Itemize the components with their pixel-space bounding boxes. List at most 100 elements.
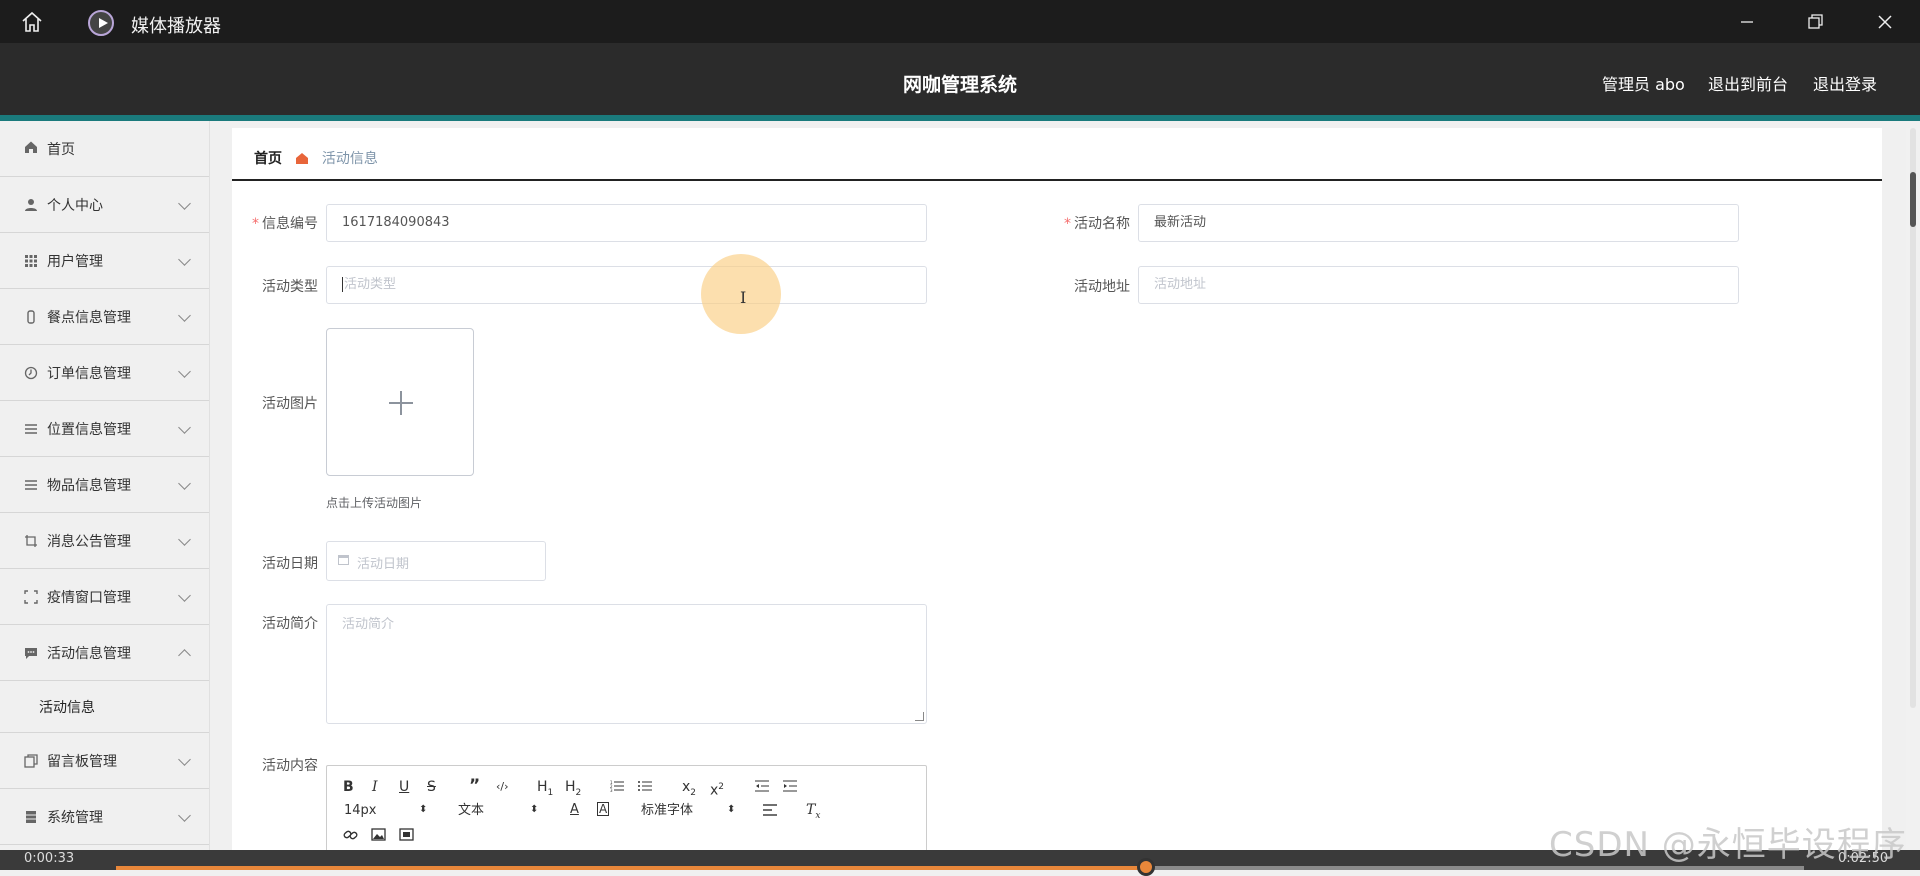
activity-type-label: 活动类型 <box>262 279 318 295</box>
image-icon[interactable] <box>371 828 386 841</box>
restore-icon[interactable] <box>1800 8 1830 36</box>
exit-to-front-link[interactable]: 退出到前台 <box>1708 71 1788 95</box>
resize-handle-icon[interactable] <box>915 712 924 721</box>
sidebar-item-personal[interactable]: 个人中心 <box>0 177 209 233</box>
activity-type-field[interactable]: 活动类型 <box>326 266 927 304</box>
player-logo-icon <box>88 10 114 36</box>
breadcrumb-divider <box>232 179 1882 181</box>
chevron-down-icon <box>178 808 191 822</box>
bullet-list-icon[interactable] <box>638 780 652 792</box>
sidebar-item-goods[interactable]: 物品信息管理 <box>0 457 209 513</box>
sidebar-item-label: 订单信息管理 <box>47 365 131 382</box>
info-id-label: * 信息编号 <box>252 216 318 232</box>
sidebar-item-label: 消息公告管理 <box>47 533 131 550</box>
sidebar-item-label: 首页 <box>47 142 75 158</box>
sidebar-item-locations[interactable]: 位置信息管理 <box>0 401 209 457</box>
rich-text-editor[interactable]: B I U S ” ‹/› H1 H2 123 x2 x2 14px ⬍ 文本 … <box>326 765 927 855</box>
sidebar-item-users[interactable]: 用户管理 <box>0 233 209 289</box>
player-titlebar: 媒体播放器 <box>0 0 1920 43</box>
h1-icon[interactable]: H1 <box>537 779 553 801</box>
sidebar-item-notices[interactable]: 消息公告管理 <box>0 513 209 569</box>
sidebar-item-label: 留言板管理 <box>47 753 117 770</box>
outdent-icon[interactable] <box>755 780 769 792</box>
time-elapsed: 0:00:33 <box>24 851 75 866</box>
sidebar-item-orders[interactable]: 订单信息管理 <box>0 345 209 401</box>
text-cursor-icon: I <box>740 288 747 307</box>
sidebar-item-home[interactable]: 首页 <box>0 121 209 177</box>
home-icon[interactable] <box>20 10 44 34</box>
chevron-down-icon <box>178 420 191 434</box>
indent-icon[interactable] <box>783 780 797 792</box>
sidebar-item-label: 用户管理 <box>47 253 103 270</box>
seek-bar[interactable] <box>116 858 1804 876</box>
select-arrows-icon: ⬍ <box>419 804 428 815</box>
chevron-down-icon <box>178 476 191 490</box>
message-icon <box>23 645 38 660</box>
activity-intro-textarea[interactable]: 活动简介 <box>326 604 927 724</box>
bottle-icon <box>23 309 38 324</box>
user-icon <box>23 197 38 212</box>
minimize-icon[interactable] <box>1732 8 1762 36</box>
chevron-down-icon <box>178 532 191 546</box>
house-icon <box>23 139 38 154</box>
breadcrumb-current: 活动信息 <box>321 151 378 167</box>
seek-handle[interactable] <box>1136 858 1155 876</box>
font-color-icon[interactable]: A <box>570 802 579 818</box>
bold-icon[interactable]: B <box>343 779 354 795</box>
italic-icon[interactable]: I <box>372 779 378 795</box>
underline-icon[interactable]: U <box>399 779 409 795</box>
upload-tip: 点击上传活动图片 <box>326 496 423 510</box>
chevron-up-icon <box>178 648 191 662</box>
list-icon <box>23 421 38 436</box>
background-color-icon[interactable]: A <box>597 802 610 816</box>
subscript-icon[interactable]: x2 <box>682 779 696 801</box>
calendar-icon <box>338 555 349 565</box>
strike-icon[interactable]: S <box>427 779 436 795</box>
sidebar-item-label: 餐点信息管理 <box>47 309 131 326</box>
info-id-field[interactable]: 1617184090843 <box>326 204 927 242</box>
activity-date-label: 活动日期 <box>262 556 318 572</box>
scrollbar-thumb[interactable] <box>1910 172 1916 227</box>
activity-address-field[interactable]: 活动地址 <box>1138 266 1739 304</box>
font-family-select[interactable]: 标准字体 <box>641 803 693 819</box>
home-separator-icon <box>296 153 309 164</box>
logout-link[interactable]: 退出登录 <box>1813 71 1877 95</box>
activity-image-label: 活动图片 <box>262 396 318 412</box>
image-upload-box[interactable] <box>326 328 474 476</box>
chevron-down-icon <box>178 196 191 210</box>
chevron-down-icon <box>178 364 191 378</box>
seek-progress <box>116 866 1146 870</box>
breadcrumb-home[interactable]: 首页 <box>254 151 282 167</box>
sidebar-item-guestbook[interactable]: 留言板管理 <box>0 733 209 789</box>
code-icon[interactable]: ‹/› <box>496 779 509 795</box>
align-icon[interactable] <box>763 804 777 816</box>
sidebar-subitem-activity-info[interactable]: 活动信息 <box>0 681 209 733</box>
superscript-icon[interactable]: x2 <box>710 779 724 799</box>
activity-content-label: 活动内容 <box>262 758 318 774</box>
date-placeholder: 活动日期 <box>357 557 410 572</box>
activity-date-picker[interactable]: 活动日期 <box>326 541 546 581</box>
video-icon[interactable] <box>399 828 414 841</box>
activity-name-field[interactable]: 最新活动 <box>1138 204 1739 242</box>
sidebar-item-epidemic[interactable]: 疫情窗口管理 <box>0 569 209 625</box>
svg-text:3: 3 <box>610 788 613 792</box>
clear-format-icon[interactable]: Tx <box>806 802 820 824</box>
sidebar: 首页 个人中心 用户管理 餐点信息管理 订单信息管理 位置信息管理 物品信息管理… <box>0 121 210 850</box>
sidebar-item-meals[interactable]: 餐点信息管理 <box>0 289 209 345</box>
link-icon[interactable] <box>343 828 358 842</box>
sidebar-item-system[interactable]: 系统管理 <box>0 789 209 845</box>
h2-icon[interactable]: H2 <box>565 779 581 801</box>
app-header: 网咖管理系统 管理员 abo 退出到前台 退出登录 <box>0 43 1920 121</box>
close-icon[interactable] <box>1870 8 1900 36</box>
select-arrows-icon: ⬍ <box>530 804 539 815</box>
chevron-down-icon <box>178 252 191 266</box>
sidebar-item-label: 系统管理 <box>47 809 103 826</box>
ordered-list-icon[interactable]: 123 <box>610 780 624 792</box>
grid-icon <box>23 253 38 268</box>
font-size-select[interactable]: 14px <box>344 803 377 819</box>
blockquote-icon[interactable]: ” <box>469 778 480 795</box>
sidebar-item-activities[interactable]: 活动信息管理 <box>0 625 209 681</box>
chevron-down-icon <box>178 308 191 322</box>
page-scrollbar[interactable] <box>1906 128 1920 850</box>
text-style-select[interactable]: 文本 <box>458 803 484 819</box>
